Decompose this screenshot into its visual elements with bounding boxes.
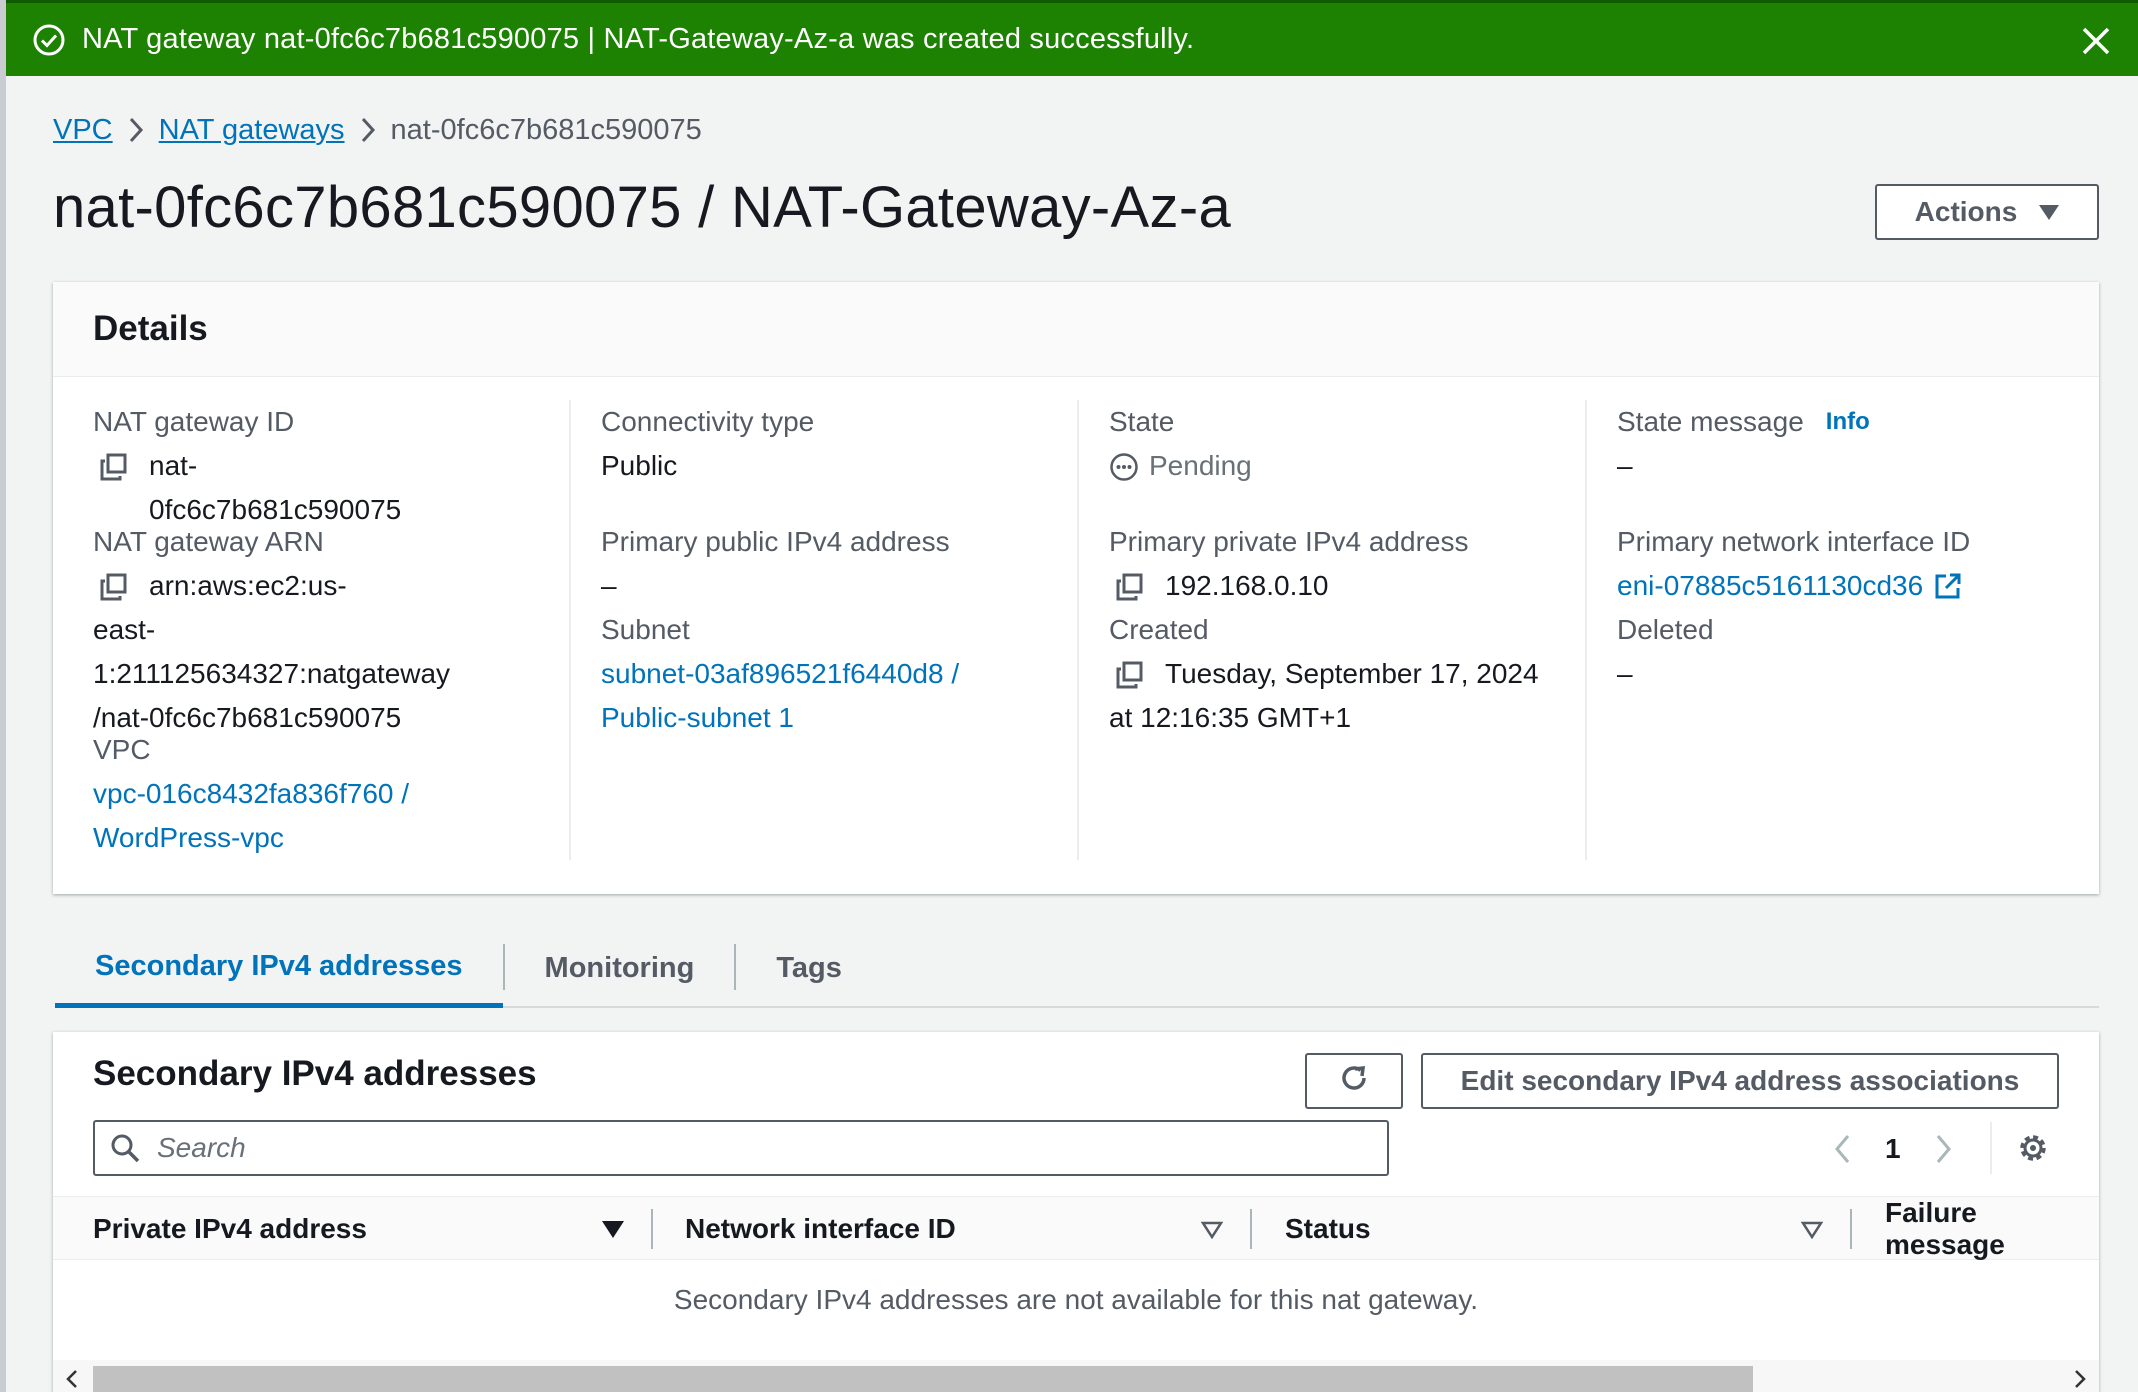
column-network-interface[interactable]: Network interface ID (685, 1197, 956, 1261)
column-divider[interactable] (1850, 1209, 1852, 1249)
sort-icon[interactable] (1801, 1221, 1823, 1239)
deleted-label: Deleted (1617, 614, 1714, 645)
pending-icon (1109, 451, 1139, 481)
details-panel: Details NAT gateway ID nat-0fc6c7b681c59… (53, 282, 2099, 894)
column-divider[interactable] (651, 1209, 653, 1249)
refresh-icon (1336, 1060, 1372, 1103)
primary-public-ipv4-value: – (601, 570, 617, 601)
created-line1: Tuesday, September 17, 2024 (1165, 658, 1539, 689)
copy-icon[interactable] (99, 451, 129, 481)
details-header: Details (53, 282, 2099, 377)
copy-icon[interactable] (99, 571, 129, 601)
secondary-ipv4-title: Secondary IPv4 addresses (93, 1054, 537, 1093)
copy-icon[interactable] (1115, 659, 1145, 689)
network-interface-link[interactable]: eni-07885c5161130cd36 (1617, 564, 1970, 608)
success-flash-banner: NAT gateway nat-0fc6c7b681c590075 | NAT-… (6, 0, 2138, 76)
sort-icon[interactable] (602, 1221, 624, 1238)
connectivity-type-label: Connectivity type (601, 406, 815, 437)
breadcrumb-nat-gateways[interactable]: NAT gateways (159, 114, 345, 147)
gear-icon[interactable] (2013, 1128, 2053, 1168)
primary-private-ipv4-label: Primary private IPv4 address (1109, 526, 1469, 557)
search-icon (109, 1132, 141, 1164)
nat-gateway-arn-label: NAT gateway ARN (93, 526, 324, 557)
left-edge (0, 0, 6, 1392)
edit-associations-button[interactable]: Edit secondary IPv4 address associations (1421, 1053, 2059, 1109)
details-column-3: State Pending Primary private IPv4 addre… (1077, 400, 1587, 860)
pagination: 1 (1823, 1124, 1963, 1174)
state-status: Pending (1109, 444, 1252, 488)
current-page[interactable]: 1 (1885, 1133, 1901, 1165)
created-line2: at 12:16:35 GMT+1 (1109, 702, 1352, 733)
details-column-1: NAT gateway ID nat-0fc6c7b681c590075 NAT… (93, 400, 450, 860)
column-status[interactable]: Status (1285, 1197, 1371, 1261)
state-message-value: – (1617, 450, 1633, 481)
vpc-line2: WordPress-vpc (93, 822, 284, 853)
primary-public-ipv4-label: Primary public IPv4 address (601, 526, 950, 557)
nat-gateway-id-value: nat-0fc6c7b681c590075 (149, 450, 402, 525)
state-message-label: State message (1617, 406, 1804, 437)
primary-private-ipv4-value: 192.168.0.10 (1165, 570, 1329, 601)
page-title: nat-0fc6c7b681c590075 / NAT-Gateway-Az-a (53, 175, 1232, 240)
table-header: Private IPv4 address Network interface I… (53, 1196, 2099, 1260)
tab-secondary-ipv4[interactable]: Secondary IPv4 addresses (55, 930, 503, 1008)
chevron-right-icon (113, 110, 159, 150)
secondary-ipv4-panel: Secondary IPv4 addresses Edit secondary … (53, 1032, 2099, 1392)
external-link-icon (1933, 570, 1963, 600)
network-interface-value: eni-07885c5161130cd36 (1617, 570, 1924, 601)
details-column-4: State message Info – Primary network int… (1585, 400, 2075, 860)
chevron-right-icon (345, 110, 391, 150)
subnet-link[interactable]: subnet-03af896521f6440d8 / Public-subnet… (601, 652, 959, 740)
scroll-left-icon[interactable] (59, 1366, 85, 1392)
nat-gateway-id-label: NAT gateway ID (93, 406, 295, 437)
vpc-label: VPC (93, 734, 151, 765)
scrollbar-thumb[interactable] (93, 1366, 1753, 1392)
tab-monitoring[interactable]: Monitoring (505, 930, 735, 1006)
chevron-right-icon[interactable] (1923, 1129, 1963, 1169)
search-input[interactable] (157, 1132, 1357, 1164)
deleted-value: – (1617, 658, 1633, 689)
actions-button[interactable]: Actions (1875, 184, 2099, 240)
info-link[interactable]: Info (1826, 400, 1870, 444)
state-value: Pending (1149, 450, 1252, 481)
flash-message: NAT gateway nat-0fc6c7b681c590075 | NAT-… (82, 23, 1195, 55)
created-label: Created (1109, 614, 1209, 645)
copy-icon[interactable] (1115, 571, 1145, 601)
subnet-line2: Public-subnet 1 (601, 702, 795, 733)
empty-state-message: Secondary IPv4 addresses are not availab… (673, 1284, 1479, 1315)
horizontal-scrollbar[interactable] (53, 1360, 2099, 1392)
vpc-link[interactable]: vpc-016c8432fa836f760 / WordPress-vpc (93, 772, 409, 860)
breadcrumb-vpc[interactable]: VPC (53, 114, 113, 147)
refresh-button[interactable] (1305, 1053, 1403, 1109)
breadcrumb-current: nat-0fc6c7b681c590075 (390, 113, 702, 146)
connectivity-type-value: Public (601, 450, 678, 481)
column-divider[interactable] (1250, 1209, 1252, 1249)
details-title: Details (93, 309, 208, 348)
tab-bar: Secondary IPv4 addresses Monitoring Tags (55, 930, 2099, 1008)
primary-network-interface-label: Primary network interface ID (1617, 526, 1971, 557)
column-failure-message[interactable]: Failure message (1885, 1197, 2099, 1261)
close-icon[interactable] (2076, 21, 2116, 61)
search-field[interactable] (93, 1120, 1389, 1176)
column-private-ipv4[interactable]: Private IPv4 address (93, 1197, 367, 1261)
vpc-line1: vpc-016c8432fa836f760 / (93, 778, 410, 809)
tab-tags[interactable]: Tags (736, 930, 882, 1006)
check-circle-icon (32, 23, 66, 57)
subnet-label: Subnet (601, 614, 690, 645)
state-label: State (1109, 406, 1175, 437)
subnet-line1: subnet-03af896521f6440d8 / (601, 658, 960, 689)
sort-icon[interactable] (1201, 1221, 1223, 1239)
caret-down-icon (2039, 204, 2060, 220)
chevron-left-icon[interactable] (1823, 1129, 1863, 1169)
actions-label: Actions (1914, 196, 2018, 227)
nat-gateway-arn-line1: arn:aws:ec2:us- (149, 570, 347, 601)
breadcrumb: VPC NAT gateways nat-0fc6c7b681c590075 (53, 110, 702, 150)
pager-divider (1990, 1122, 1992, 1174)
nat-gateway-arn-line2: east-1:211125634327:natgateway (93, 614, 451, 689)
scroll-right-icon[interactable] (2067, 1366, 2093, 1392)
details-column-2: Connectivity type Public Primary public … (569, 400, 1079, 860)
